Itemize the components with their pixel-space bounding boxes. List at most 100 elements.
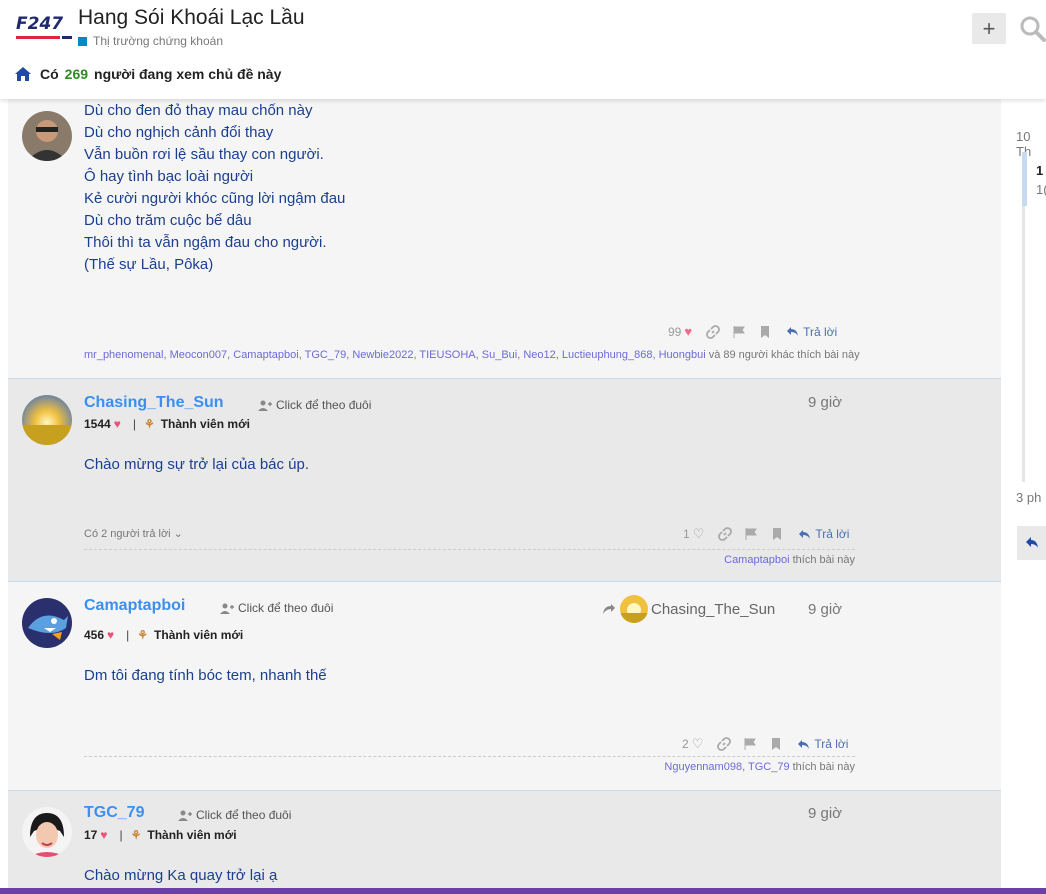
replies-label: Có 2 người trả lời	[84, 528, 171, 540]
post: Camaptapboi Click để theo đuôi Chasing_T…	[8, 582, 1001, 791]
chevron-down-icon: ⌄	[173, 528, 183, 540]
post-body: Chào mừng sự trở lại của bác úp.	[84, 456, 310, 473]
post-actions: 99 ♥ Trả lời	[668, 324, 837, 339]
post-body: Chào mừng Ka quay trở lại ạ	[84, 867, 278, 884]
timeline-handle[interactable]	[1022, 152, 1027, 206]
link-icon[interactable]	[706, 324, 720, 339]
rank-label: Thành viên mới	[160, 417, 250, 431]
liker-link[interactable]: Newbie2022	[352, 349, 413, 361]
like-count[interactable]: 99	[668, 325, 681, 339]
bookmark-icon[interactable]	[769, 737, 783, 751]
heart-count: 456	[84, 628, 105, 642]
heart-count: 1544	[84, 417, 111, 431]
timeline-end-date[interactable]: 3 ph	[1016, 490, 1041, 505]
divider: |	[132, 417, 136, 431]
heart-icon[interactable]: ♡	[693, 526, 705, 542]
flag-icon[interactable]	[744, 527, 758, 541]
likes-summary: Camaptapboi thích bài này	[84, 549, 855, 566]
bookmark-icon[interactable]	[758, 325, 772, 339]
liker-link[interactable]: Camaptapboi	[233, 349, 298, 361]
liker-link[interactable]: Neo12	[523, 349, 555, 361]
liker-link[interactable]: Huongbui	[659, 349, 706, 361]
user-meta: 456 ♥ | ⚘ Thành viên mới	[84, 628, 243, 642]
post-stream: Dù cho đen đỏ thay mau chốn này Dù cho n…	[8, 99, 1001, 894]
liker-link[interactable]: Nguyennam098	[664, 761, 742, 773]
timeline-start-date[interactable]: 10 Th	[1016, 129, 1046, 159]
liker-link[interactable]: Luctieuphung_868	[562, 349, 653, 361]
viewers-prefix: Có	[40, 66, 59, 82]
rank-icon: ⚘	[130, 828, 142, 842]
follow-button[interactable]: Click để theo đuôi	[258, 398, 371, 412]
reply-button[interactable]: Trả lời	[797, 737, 848, 751]
viewers-number: 269	[64, 66, 89, 82]
username[interactable]: Chasing_The_Sun	[84, 394, 224, 412]
replies-toggle[interactable]: Có 2 người trả lời ⌄	[84, 527, 183, 540]
home-icon[interactable]	[14, 66, 32, 82]
link-icon[interactable]	[718, 527, 733, 541]
username[interactable]: TGC_79	[84, 804, 144, 822]
avatar[interactable]	[22, 111, 72, 161]
heart-count: 17	[84, 828, 98, 842]
follow-button[interactable]: Click để theo đuôi	[220, 601, 333, 615]
liker-link[interactable]: Camaptapboi	[724, 554, 789, 566]
liker-link[interactable]: Meocon007	[170, 349, 228, 361]
username[interactable]: Camaptapboi	[84, 597, 185, 615]
post: Chasing_The_Sun Click để theo đuôi 9 giờ…	[8, 379, 1001, 582]
post: Dù cho đen đỏ thay mau chốn này Dù cho n…	[8, 99, 1001, 379]
follow-label: Click để theo đuôi	[276, 398, 372, 412]
divider: |	[126, 628, 130, 642]
link-icon[interactable]	[717, 737, 732, 751]
likes-summary: Nguyennam098, TGC_79 thích bài này	[84, 756, 855, 773]
add-user-icon	[258, 400, 272, 411]
reply-icon	[798, 739, 810, 749]
topic-header: F247 Hang Sói Khoái Lạc Lầu Thị trường c…	[0, 0, 1046, 99]
viewers-count-bar: Có 269 người đang xem chủ đề này	[14, 66, 281, 82]
reply-button[interactable]: Trả lời	[798, 527, 849, 541]
likes-suffix: thích bài này	[792, 761, 855, 773]
heart-icon: ♥	[107, 628, 115, 642]
category-badge[interactable]: Thị trường chứng khoán	[78, 34, 223, 48]
heart-icon[interactable]: ♥	[684, 324, 692, 339]
reply-button[interactable]: Trả lời	[786, 325, 837, 339]
flag-icon[interactable]	[743, 737, 757, 751]
likes-suffix: thích bài này	[792, 554, 855, 566]
liker-link[interactable]: mr_phenomenal	[84, 349, 164, 361]
user-meta: 1544 ♥ | ⚘ Thành viên mới	[84, 417, 250, 431]
follow-button[interactable]: Click để theo đuôi	[178, 808, 291, 822]
bookmark-icon[interactable]	[770, 527, 784, 541]
timeline-reply-button[interactable]	[1017, 526, 1046, 560]
rank-icon: ⚘	[143, 417, 155, 431]
avatar[interactable]	[22, 807, 72, 857]
logo-text: F247	[16, 14, 64, 34]
follow-label: Click để theo đuôi	[196, 808, 292, 822]
liker-link[interactable]: TIEUSOHA	[419, 349, 475, 361]
logo-underline-red	[16, 36, 60, 39]
post-time[interactable]: 9 giờ	[808, 601, 842, 618]
liker-link[interactable]: TGC_79	[748, 761, 790, 773]
reply-icon	[787, 327, 799, 336]
like-count[interactable]: 2	[682, 737, 689, 751]
liker-link[interactable]: Su_Bui	[482, 349, 517, 361]
reply-label: Trả lời	[815, 527, 850, 541]
timeline-current-position: 1	[1036, 163, 1044, 178]
category-color-icon	[78, 36, 87, 46]
avatar[interactable]	[22, 598, 72, 648]
post-time[interactable]: 9 giờ	[808, 394, 842, 411]
site-logo[interactable]: F247	[16, 14, 72, 40]
reply-label: Trả lời	[803, 324, 838, 339]
like-count[interactable]: 1	[683, 527, 690, 541]
create-button[interactable]: +	[972, 13, 1006, 44]
flag-icon[interactable]	[732, 325, 746, 339]
topic-title[interactable]: Hang Sói Khoái Lạc Lầu	[78, 6, 305, 30]
reply-to-tab[interactable]: Chasing_The_Sun	[602, 595, 775, 623]
reply-label: Trả lời	[814, 737, 849, 751]
viewers-suffix: người đang xem chủ đề này	[94, 66, 282, 82]
liker-link[interactable]: TGC_79	[305, 349, 347, 361]
avatar[interactable]	[22, 395, 72, 445]
bottom-progress-bar	[0, 888, 1046, 894]
search-icon[interactable]	[1018, 14, 1046, 42]
heart-icon: ♥	[113, 417, 121, 431]
reply-to-avatar	[620, 595, 648, 623]
heart-icon[interactable]: ♡	[692, 736, 704, 752]
post-time[interactable]: 9 giờ	[808, 805, 842, 822]
